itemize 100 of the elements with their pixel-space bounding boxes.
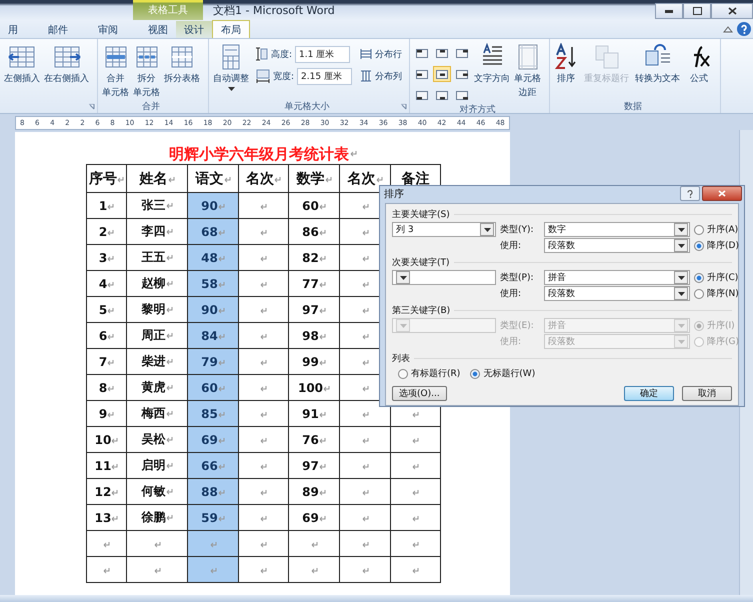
table-cell: 90 [188,192,238,218]
descending-radio[interactable]: 降序(D) [694,239,739,252]
ribbon-tab[interactable]: 布局 [212,20,250,38]
table-cell: 69 [288,504,340,530]
table-cell: 10 [86,426,126,452]
descending-radio[interactable]: 降序(N) [694,287,739,300]
table-cell: 76 [288,426,340,452]
type-label: 类型(Y): [500,224,535,236]
table-cell: 3 [86,244,126,270]
table-cell: 59 [188,504,238,530]
header-row-radio[interactable]: 无标题行(W) [470,367,536,380]
options-button[interactable]: 选项(O)... [392,386,447,401]
table-cell: 5 [86,296,126,322]
cell-margins-button[interactable]: 单元格 边距 [513,43,542,99]
ok-button[interactable]: 确定 [624,386,674,401]
type-combobox[interactable]: 拼音 [544,270,690,285]
table-cell: 9 [86,400,126,426]
table-cell: 97 [288,296,340,322]
table-cell: 60 [288,192,340,218]
section-label: 第三关键字(B) [392,304,450,317]
table-cell: 84 [188,322,238,348]
type-label: 类型(P): [500,272,534,284]
width-label: 宽度: [273,70,294,82]
ribbon-tab[interactable]: 设计 [176,21,212,38]
table-cell: 90 [188,296,238,322]
group-label: 单元格大小 [284,100,330,112]
document-title: 明辉小学六年级月考统计表 [169,144,349,164]
group-label: 合并 [142,100,160,112]
section-label: 次要关键字(T) [392,256,450,269]
distribute-rows-button[interactable]: 分布行 [360,43,402,65]
table-cell: 启明 [126,452,188,478]
height-field[interactable]: 1.1 厘米 [295,46,350,62]
use-combobox[interactable]: 段落数 [544,238,690,253]
table-cell: 58 [188,270,238,296]
ribbon-tab[interactable]: 用 [0,21,26,38]
type-label: 类型(E): [500,320,535,332]
insert-column-button[interactable]: 左侧插入 [3,43,41,85]
use-label: 使用: [500,288,522,300]
table-cell: 2 [86,218,126,244]
distribute-columns-button[interactable]: 分布列 [360,65,402,87]
table-cell: 周正 [126,322,188,348]
text-direction-button[interactable]: 文字方向 [473,43,512,85]
use-combobox[interactable]: 段落数 [544,286,690,301]
table-cell: 1 [86,192,126,218]
width-field[interactable]: 2.15 厘米 [297,68,352,84]
table-cell: 梅西 [126,400,188,426]
use-label: 使用: [500,240,522,252]
table-cell: 李四 [126,218,188,244]
table-cell: 黎明 [126,296,188,322]
table-cell: 86 [288,218,340,244]
table-cell: 6 [86,322,126,348]
data-button[interactable]: 排序 [553,43,580,85]
merge-split-button[interactable]: 合并 单元格 [101,43,130,99]
table-cell: 79 [188,348,238,374]
table-cell: 徐鹏 [126,504,188,530]
merge-split-button[interactable]: 拆分 单元格 [132,43,161,99]
cancel-button[interactable]: 取消 [682,386,732,401]
type-combobox[interactable]: 数字 [544,222,690,237]
table-cell: 82 [288,244,340,270]
ribbon-tab[interactable]: 视图 [140,21,176,38]
merge-split-button[interactable]: 拆分表格 [163,43,201,85]
header-cell: 姓名 [126,164,188,192]
autofit-button[interactable]: 自动调整 [212,43,250,91]
table-cell: 何敏 [126,478,188,504]
table-cell: 赵柳 [126,270,188,296]
table-cell: 4 [86,270,126,296]
height-label: 高度: [271,48,292,60]
table-cell: 7 [86,348,126,374]
table-cell: 85 [188,400,238,426]
header-cell: 名次 [238,164,288,192]
table-cell: 69 [188,426,238,452]
group-label: 数据 [624,100,642,112]
header-cell: 语文 [188,164,238,192]
use-label: 使用: [500,336,522,348]
group-label: 对齐方式 [460,104,496,113]
table-cell: 68 [188,218,238,244]
ascending-radio[interactable]: 升序(C) [694,271,739,284]
table-cell: 吴松 [126,426,188,452]
header-row-radio[interactable]: 有标题行(R) [398,367,460,380]
ribbon-tab[interactable]: 审阅 [90,21,126,38]
ribbon-tab[interactable]: 邮件 [40,21,76,38]
insert-column-button[interactable]: 在右侧插入 [43,43,90,85]
table-cell: 12 [86,478,126,504]
window-title: 文档1 - Microsoft Word [213,2,335,18]
table-cell: 11 [86,452,126,478]
table-cell: 98 [288,322,340,348]
table-cell: 97 [288,452,340,478]
key-combobox[interactable]: 列 3 [392,222,496,237]
table-cell: 91 [288,400,340,426]
data-button[interactable]: 公式 [685,43,714,85]
table-cell: 88 [188,478,238,504]
table-cell: 100 [288,374,340,400]
table-cell: 柴进 [126,348,188,374]
table-cell: 王五 [126,244,188,270]
table-cell: 66 [188,452,238,478]
table-cell: 48 [188,244,238,270]
table-cell: 60 [188,374,238,400]
data-button[interactable]: 转换为文本 [634,43,682,85]
ascending-radio[interactable]: 升序(A) [694,223,739,236]
header-cell: 数学 [288,164,340,192]
